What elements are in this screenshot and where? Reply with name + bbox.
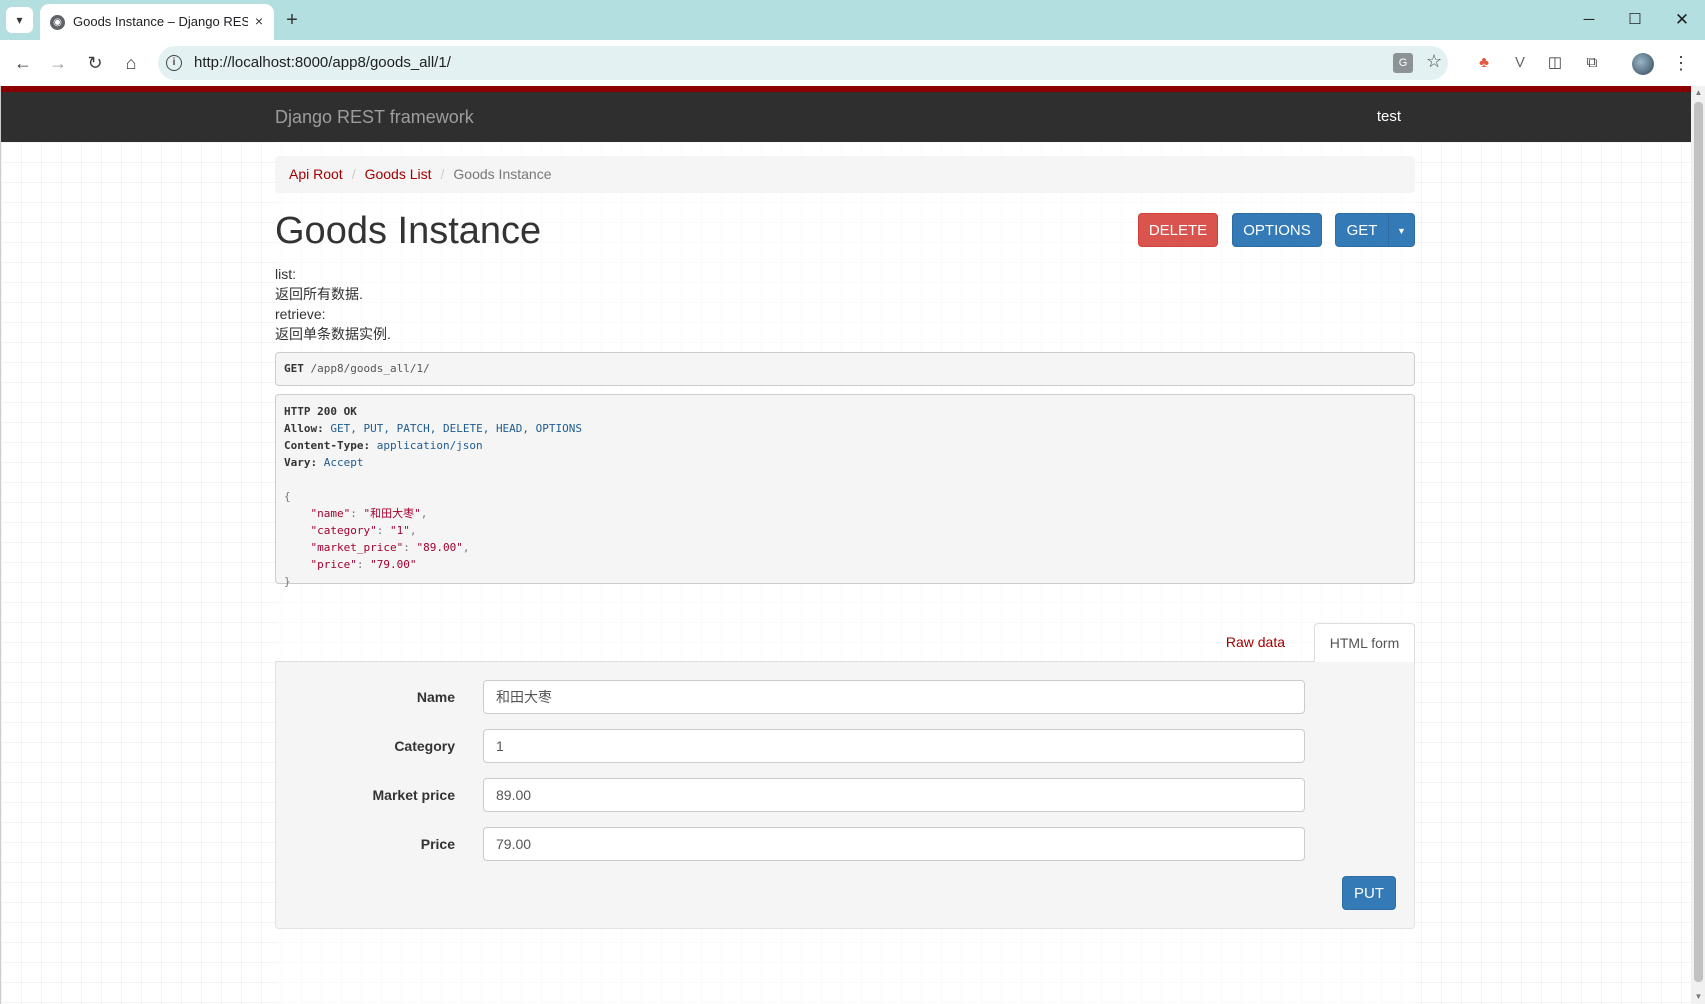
json-key: "market_price" (310, 541, 404, 554)
response-info: HTTP 200 OK Allow: GET, PUT, PATCH, DELE… (275, 394, 1415, 588)
description-line: 返回所有数据. (275, 286, 363, 302)
scroll-down-icon[interactable]: ▼ (1691, 990, 1705, 1004)
request-method: GET (284, 362, 304, 375)
form-row-name: Name (276, 680, 1416, 714)
market-price-field[interactable] (483, 778, 1305, 812)
header-value: Accept (323, 456, 364, 469)
browser-tabstrip: ▾ ◉ Goods Instance – Django REST framewo… (0, 0, 1705, 40)
form-row-market-price: Market price (276, 778, 1416, 812)
json-value: "和田大枣" (363, 507, 421, 520)
scroll-up-icon[interactable]: ▲ (1691, 86, 1705, 100)
endpoint-description: list: 返回所有数据. retrieve: 返回单条数据实例. (275, 264, 391, 344)
user-menu[interactable]: test (1377, 108, 1401, 125)
market-price-label: Market price (372, 787, 455, 803)
request-path: /app8/goods_all/1/ (310, 362, 430, 375)
tab-search-button[interactable]: ▾ (6, 7, 33, 33)
translate-icon[interactable]: G (1393, 53, 1413, 73)
globe-icon: ◉ (50, 15, 65, 30)
page-viewport: Django REST framework test Api Root / Good… (0, 86, 1705, 1004)
tab-html-form[interactable]: HTML form (1314, 623, 1415, 663)
breadcrumb-goods-list[interactable]: Goods List (365, 166, 432, 182)
browser-menu-icon[interactable]: ⋮ (1670, 50, 1692, 76)
scrollbar-thumb[interactable] (1694, 102, 1703, 982)
options-button[interactable]: OPTIONS (1232, 213, 1322, 247)
extension-icon[interactable]: ♣ (1471, 50, 1497, 76)
json-key: "price" (310, 558, 357, 571)
caret-down-icon[interactable]: ▼ (1388, 213, 1415, 247)
tab-raw-data[interactable]: Raw data (1214, 623, 1297, 662)
window-close-button[interactable]: ✕ (1664, 6, 1700, 34)
name-field[interactable] (483, 680, 1305, 714)
extensions-puzzle-icon[interactable]: ⧉ (1579, 50, 1605, 76)
address-bar[interactable]: i http://localhost:8000/app8/goods_all/1… (158, 46, 1448, 80)
name-label: Name (416, 689, 455, 705)
url-text[interactable]: http://localhost:8000/app8/goods_all/1/ (194, 54, 451, 71)
delete-button[interactable]: DELETE (1138, 213, 1218, 247)
breadcrumb-current: Goods Instance (453, 166, 552, 182)
tab-title: Goods Instance – Django REST framework (73, 14, 248, 29)
close-icon[interactable]: × (250, 12, 268, 30)
back-button[interactable]: ← (8, 48, 38, 78)
header-name: Vary: (284, 456, 318, 469)
breadcrumb-api-root[interactable]: Api Root (289, 166, 343, 182)
get-button[interactable]: GET (1335, 213, 1389, 247)
json-brace: { (284, 490, 291, 503)
page-title: Goods Instance (275, 210, 542, 252)
request-info: GET /app8/goods_all/1/ (275, 352, 1415, 386)
maximize-button[interactable]: ☐ (1617, 6, 1653, 34)
main-content: Api Root / Goods List / Goods Instance Goods… (275, 142, 1415, 1004)
json-key: "name" (310, 507, 351, 520)
category-label: Category (394, 738, 455, 754)
page-background: Api Root / Goods List / Goods Instance Goods… (1, 142, 1691, 1004)
brand-link[interactable]: Django REST framework (275, 107, 474, 128)
response-status: HTTP 200 OK (284, 405, 357, 418)
new-tab-button[interactable]: + (280, 8, 304, 32)
extension-icon[interactable]: ◫ (1542, 50, 1568, 76)
breadcrumb: Api Root / Goods List / Goods Instance (275, 156, 1415, 193)
navbar: Django REST framework test (1, 92, 1691, 142)
page-scrollbar[interactable]: ▲ ▼ (1691, 86, 1705, 1004)
header-value: GET, PUT, PATCH, DELETE, HEAD, OPTIONS (330, 422, 583, 435)
minimize-button[interactable]: ─ (1571, 6, 1607, 34)
json-value: "89.00" (416, 541, 463, 554)
category-field[interactable] (483, 729, 1305, 763)
vue-devtools-icon[interactable]: V (1507, 50, 1533, 76)
browser-tab[interactable]: ◉ Goods Instance – Django REST framework… (40, 4, 274, 40)
bookmark-star-icon[interactable]: ☆ (1426, 51, 1442, 72)
profile-avatar[interactable] (1632, 53, 1654, 75)
site-info-icon[interactable]: i (166, 55, 182, 71)
price-label: Price (420, 836, 455, 852)
json-value: "79.00" (370, 558, 417, 571)
reload-button[interactable]: ↻ (80, 48, 110, 78)
breadcrumb-separator: / (351, 166, 356, 182)
breadcrumb-separator: / (440, 166, 445, 182)
description-line: 返回单条数据实例. (275, 326, 391, 342)
html-form: Name Category Market price Price PUT (275, 662, 1415, 929)
description-line: retrieve: (275, 306, 326, 322)
form-tabs: Raw data HTML form (275, 623, 1415, 663)
header-value: application/json (376, 439, 483, 452)
price-field[interactable] (483, 827, 1305, 861)
put-button[interactable]: PUT (1342, 876, 1396, 910)
home-button[interactable]: ⌂ (116, 48, 146, 78)
browser-toolbar: ← → ↻ ⌂ i http://localhost:8000/app8/goo… (0, 40, 1705, 86)
json-key: "category" (310, 524, 377, 537)
form-row-price: Price (276, 827, 1416, 861)
header-name: Allow: (284, 422, 324, 435)
header-name: Content-Type: (284, 439, 371, 452)
json-value: "1" (389, 524, 410, 537)
form-row-category: Category (276, 729, 1416, 763)
json-brace: } (284, 575, 291, 588)
forward-button[interactable]: → (43, 48, 73, 78)
description-line: list: (275, 266, 296, 282)
